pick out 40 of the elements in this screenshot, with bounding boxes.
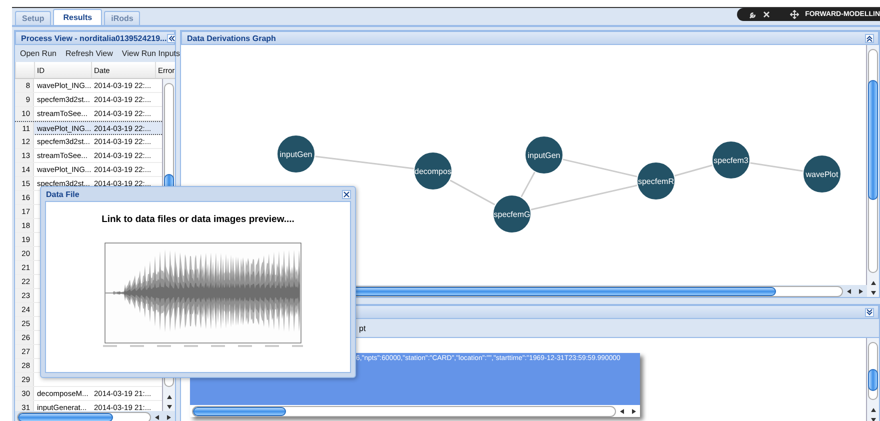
- graph-node[interactable]: specfem3: [712, 140, 750, 180]
- graph-node[interactable]: inputGen: [276, 134, 316, 174]
- move-icon[interactable]: [790, 10, 800, 19]
- graph-node[interactable]: specfemR: [636, 162, 676, 200]
- close-button[interactable]: [342, 190, 351, 198]
- scroll-down-button[interactable]: [868, 288, 878, 297]
- collapse-button[interactable]: [865, 34, 874, 42]
- toolbar-button[interactable]: pt: [359, 324, 366, 332]
- dialog-title: Data File: [46, 190, 80, 198]
- horizontal-scrollbar[interactable]: [15, 411, 175, 421]
- graph-node[interactable]: specfemG: [492, 194, 532, 234]
- collapse-button[interactable]: [166, 34, 176, 42]
- connector-line: [750, 162, 804, 172]
- tab[interactable]: Results: [53, 9, 102, 25]
- scroll-up-button[interactable]: [868, 406, 878, 415]
- scrollbar-thumb[interactable]: [868, 369, 878, 391]
- toolbar-button[interactable]: View Run Inputs: [122, 49, 180, 58]
- vertical-scrollbar[interactable]: [866, 45, 879, 297]
- scroll-up-button[interactable]: [164, 393, 174, 402]
- dialog-heading: Link to data files or data images preview....: [102, 214, 294, 225]
- scroll-up-button[interactable]: [868, 279, 878, 288]
- close-icon[interactable]: [763, 11, 770, 18]
- scrollbar-thumb[interactable]: [18, 412, 114, 421]
- connector-line: [674, 164, 713, 177]
- scroll-left-button[interactable]: [153, 412, 162, 421]
- toolbar-button[interactable]: Open Run: [20, 49, 56, 58]
- scrollbar-thumb[interactable]: [868, 80, 878, 200]
- scrollbar-thumb[interactable]: [193, 406, 286, 416]
- toolbar-button[interactable]: Refresh View: [65, 49, 113, 58]
- graph-node[interactable]: inputGen: [524, 136, 564, 174]
- scroll-right-button[interactable]: [856, 286, 865, 296]
- expand-button[interactable]: [865, 308, 874, 316]
- graph-node[interactable]: decompos: [414, 152, 452, 190]
- panel-title: Process View - norditalia0139524219...: [21, 34, 167, 42]
- connector-line: [449, 179, 496, 206]
- vertical-scrollbar[interactable]: [866, 338, 879, 421]
- wrench-icon[interactable]: [749, 10, 758, 18]
- panel-title: Data Derivations Graph: [187, 34, 276, 42]
- scroll-left-button[interactable]: [845, 286, 854, 296]
- graph-node[interactable]: wavePlot: [802, 154, 842, 194]
